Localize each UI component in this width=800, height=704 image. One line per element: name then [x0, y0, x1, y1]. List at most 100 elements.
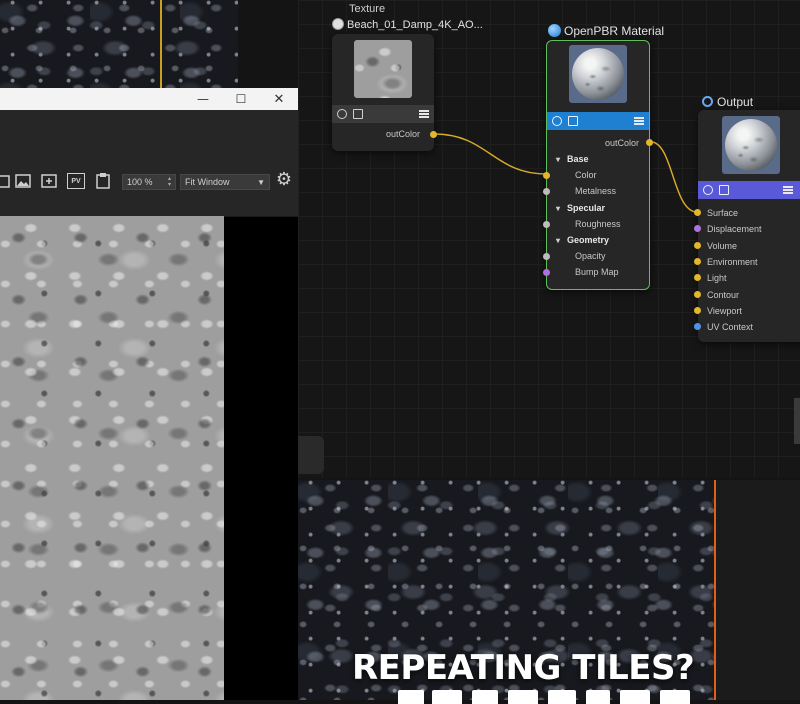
section-specular-label: Specular [567, 203, 606, 213]
output-port-label: Surface [707, 208, 739, 218]
port-color[interactable]: Color [547, 167, 649, 183]
output-port-socket[interactable] [694, 209, 701, 216]
output-node-icon [702, 96, 713, 107]
output-port-socket[interactable] [694, 306, 701, 314]
node-menu-icon[interactable] [634, 117, 644, 125]
maximize-button[interactable]: ☐ [222, 88, 260, 110]
image-viewer-window[interactable]: — ☐ ✕ PV 100 % ▴ ▾ Fit Window ▼ ⚙ [0, 88, 298, 700]
fit-mode-value: Fit Window [185, 177, 230, 187]
material-node[interactable]: outColor ▾ Base Color Metalness ▾ Specular… [543, 40, 653, 290]
chevron-down-icon: ▾ [555, 203, 560, 213]
output-port-socket[interactable] [694, 257, 701, 265]
image-icon [719, 185, 729, 195]
image-icon[interactable] [14, 173, 32, 189]
headline-second-line-cropped [392, 690, 722, 704]
material-node-title-row[interactable]: OpenPBR Material [548, 24, 664, 38]
zoom-input[interactable]: 100 % ▴ ▾ [122, 174, 176, 190]
output-port-label: Viewport [707, 305, 742, 316]
texture-out-label: outColor [385, 129, 420, 139]
chevron-down-icon: ▼ [257, 177, 265, 187]
material-node-title: OpenPBR Material [564, 24, 665, 38]
minimize-button[interactable]: — [184, 88, 222, 110]
background-texture-tile [0, 0, 238, 88]
editor-side-tab[interactable] [298, 436, 324, 474]
port-color-socket[interactable] [543, 172, 550, 179]
port-roughness-socket[interactable] [543, 221, 550, 228]
output-sphere [725, 119, 777, 171]
section-specular[interactable]: ▾ Specular [547, 200, 649, 216]
port-opacity-label: Opacity [575, 251, 606, 261]
output-port-environment[interactable]: Environment [698, 254, 800, 270]
image-icon [353, 109, 363, 119]
texture-node[interactable]: outColor [332, 34, 437, 151]
port-metalness-socket[interactable] [543, 188, 550, 195]
port-opacity-socket[interactable] [543, 253, 550, 260]
output-port-socket[interactable] [694, 241, 701, 249]
texture-node-title: Beach_01_Damp_4K_AO... [347, 19, 483, 31]
output-node-title: Output [717, 95, 754, 109]
output-node[interactable]: Surface Displacement Volume Environment Ligh… [694, 110, 800, 342]
window-titlebar[interactable]: — ☐ ✕ [0, 88, 298, 110]
close-button[interactable]: ✕ [260, 88, 298, 110]
texture-node-bar [332, 105, 434, 123]
node-menu-icon[interactable] [783, 186, 793, 194]
output-port-viewport[interactable]: Viewport [698, 303, 800, 319]
output-node-title-row[interactable]: Output [702, 95, 753, 109]
output-port-displacement[interactable]: Displacement [698, 221, 800, 237]
chevron-down-icon: ▾ [555, 154, 560, 164]
port-bump-map-socket[interactable] [543, 269, 550, 276]
texture-preview [354, 40, 412, 98]
output-port-surface[interactable]: Surface [698, 205, 800, 221]
texture-node-icon [332, 18, 344, 30]
material-out-label: outColor [604, 138, 639, 148]
texture-node-header: Texture [349, 3, 386, 15]
headline-text: REPEATING TILES? [352, 648, 695, 688]
port-roughness[interactable]: Roughness [547, 216, 649, 232]
output-port-volume[interactable]: Volume [698, 238, 800, 254]
port-color-label: Color [575, 170, 597, 180]
viewer-toolbar: PV 100 % ▴ ▾ Fit Window ▼ ⚙ [0, 110, 298, 217]
pv-icon[interactable]: PV [67, 173, 85, 189]
material-out-socket[interactable] [646, 139, 653, 146]
output-port-label: Light [707, 273, 727, 284]
panel-resize-handle[interactable] [794, 398, 800, 444]
texture-preview-canvas[interactable] [0, 216, 224, 700]
zoom-value: 100 % [127, 177, 153, 187]
port-opacity[interactable]: Opacity [547, 248, 649, 264]
clipboard-icon[interactable] [94, 173, 112, 189]
fit-mode-select[interactable]: Fit Window ▼ [180, 174, 270, 190]
texture-out-socket[interactable] [430, 131, 437, 138]
node-menu-icon[interactable] [419, 110, 429, 118]
section-base[interactable]: ▾ Base [547, 151, 649, 167]
tile-seam-guide [160, 0, 162, 88]
gear-icon[interactable]: ⚙ [275, 169, 293, 190]
port-metalness-label: Metalness [575, 186, 617, 196]
material-preview [569, 45, 627, 103]
output-node-bar [698, 181, 800, 199]
output-port-socket[interactable] [694, 290, 701, 298]
output-port-label: UV Context [707, 322, 754, 333]
output-preview [722, 116, 780, 174]
add-image-icon[interactable] [40, 173, 58, 189]
shader-ball-icon [337, 109, 347, 119]
output-port-light[interactable]: Light [698, 270, 800, 286]
output-port-label: Volume [707, 240, 738, 251]
texture-node-title-row[interactable]: Beach_01_Damp_4K_AO... [332, 18, 483, 31]
spinner-icon[interactable]: ▴ ▾ [168, 176, 171, 188]
section-geometry[interactable]: ▾ Geometry [547, 232, 649, 248]
clipboard-icon[interactable] [0, 173, 12, 189]
output-port-label: Contour [707, 289, 740, 300]
image-icon [568, 116, 578, 126]
output-port-label: Displacement [707, 224, 762, 235]
node-editor-canvas[interactable]: Texture Beach_01_Damp_4K_AO... outColor … [298, 0, 800, 478]
texture-out-port[interactable]: outColor [332, 126, 434, 142]
shader-ball-icon [703, 185, 713, 195]
chevron-down-icon: ▾ [555, 235, 560, 245]
output-port-contour[interactable]: Contour [698, 287, 800, 303]
output-port-label: Environment [707, 256, 758, 267]
output-port-uv-context[interactable]: UV Context [698, 319, 800, 335]
material-node-icon [548, 24, 561, 37]
port-metalness[interactable]: Metalness [547, 183, 649, 199]
port-bump-map[interactable]: Bump Map [547, 264, 649, 280]
material-out-port[interactable]: outColor [547, 135, 649, 151]
